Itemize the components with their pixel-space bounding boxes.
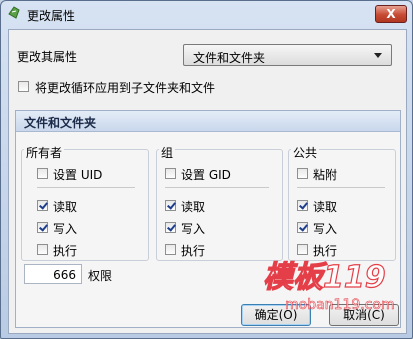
public-sticky-label: 粘附 <box>313 168 338 182</box>
owner-write-label: 写入 <box>53 222 78 236</box>
watermark-brand: 模板119 <box>263 260 386 295</box>
watermark-url: moban119.com <box>285 297 395 313</box>
close-button[interactable]: X <box>375 5 407 23</box>
group-write-label: 写入 <box>181 222 206 236</box>
owner-divider <box>37 187 135 188</box>
group-execute-checkbox[interactable] <box>165 244 176 255</box>
section-title: 文件和文件夹 <box>24 116 97 130</box>
owner-execute-checkbox[interactable] <box>37 244 48 255</box>
permissions-value: 666 <box>53 268 76 282</box>
close-icon: X <box>386 7 396 21</box>
group-read-checkbox[interactable] <box>165 200 176 211</box>
watermark: 模板119 moban119.com <box>262 259 395 313</box>
owner-read-checkbox[interactable] <box>37 200 48 211</box>
public-read-label: 读取 <box>313 200 338 214</box>
permissions-input[interactable]: 666 <box>24 264 82 284</box>
owner-group-title: 所有者 <box>24 144 65 161</box>
app-icon <box>8 6 20 19</box>
group-write-checkbox[interactable] <box>165 222 176 233</box>
group-group-title: 组 <box>159 144 176 161</box>
recursive-checkbox[interactable] <box>18 81 29 92</box>
public-group: 公共 粘附 读取 写入 执行 <box>288 144 396 261</box>
chevron-down-icon <box>374 53 382 58</box>
group-group: 组 设置 GID 读取 写入 执行 <box>156 144 283 261</box>
public-sticky-checkbox[interactable] <box>297 168 308 179</box>
public-write-label: 写入 <box>313 222 338 236</box>
owner-setuid-checkbox[interactable] <box>37 168 48 179</box>
title-bar[interactable]: 更改属性 X <box>1 1 412 27</box>
group-setgid-label: 设置 GID <box>181 168 231 182</box>
group-execute-label: 执行 <box>181 244 206 258</box>
group-setgid-checkbox[interactable] <box>165 168 176 179</box>
dialog-window: 更改属性 X 更改其属性 文件和文件夹 将更改循环应用到子文件夹和文件 文件和文… <box>0 0 413 339</box>
public-group-title: 公共 <box>291 144 320 161</box>
owner-read-label: 读取 <box>53 200 78 214</box>
recursive-checkbox-label: 将更改循环应用到子文件夹和文件 <box>35 81 216 95</box>
change-attr-value: 文件和文件夹 <box>193 51 266 65</box>
permissions-label: 权限 <box>88 269 113 283</box>
public-write-checkbox[interactable] <box>297 222 308 233</box>
group-divider <box>165 187 269 188</box>
group-read-label: 读取 <box>181 200 206 214</box>
owner-execute-label: 执行 <box>53 244 78 258</box>
public-divider <box>297 187 385 188</box>
public-read-checkbox[interactable] <box>297 200 308 211</box>
change-attr-label: 更改其属性 <box>17 50 78 64</box>
owner-group: 所有者 设置 UID 读取 写入 执行 <box>21 144 149 261</box>
owner-setuid-label: 设置 UID <box>53 168 103 182</box>
owner-write-checkbox[interactable] <box>37 222 48 233</box>
section-header: 文件和文件夹 <box>16 111 400 132</box>
change-attr-select[interactable]: 文件和文件夹 <box>183 44 392 66</box>
window-title: 更改属性 <box>27 9 76 23</box>
